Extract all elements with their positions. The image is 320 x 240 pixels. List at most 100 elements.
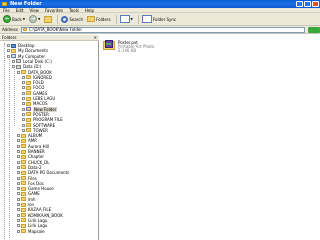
- expand-toggle-icon[interactable]: [7, 49, 10, 53]
- tree-item[interactable]: Lirik Lagu: [17, 218, 47, 223]
- expand-toggle-icon[interactable]: [17, 176, 20, 180]
- tree-item[interactable]: GAMES: [22, 91, 47, 96]
- folder-icon: [21, 229, 26, 233]
- tree-item[interactable]: Chapter: [17, 154, 44, 159]
- tree-item[interactable]: My Documents: [7, 48, 48, 53]
- tree-item[interactable]: Lirik Lagu: [17, 223, 47, 228]
- address-input[interactable]: C:\DATA_BOOK\New Folder: [20, 26, 306, 33]
- expand-toggle-icon[interactable]: [17, 213, 20, 217]
- expand-toggle-icon[interactable]: [17, 155, 20, 159]
- tree-item[interactable]: lon: [17, 202, 34, 207]
- close-button[interactable]: [312, 1, 319, 7]
- expand-toggle-icon[interactable]: [17, 139, 20, 143]
- menu-help[interactable]: Help: [85, 8, 94, 13]
- menu-favorites[interactable]: Favorites: [45, 8, 63, 13]
- menu-tools[interactable]: Tools: [69, 8, 79, 13]
- back-button[interactable]: ← Back ▼: [2, 14, 26, 24]
- tree-item[interactable]: KAZAA FILE: [17, 207, 51, 212]
- expand-toggle-icon[interactable]: [17, 144, 20, 148]
- expand-toggle-icon[interactable]: [22, 81, 25, 85]
- menu-edit[interactable]: Edit: [16, 8, 24, 13]
- expand-toggle-icon[interactable]: [22, 91, 25, 95]
- menu-file[interactable]: File: [3, 8, 10, 13]
- folder-icon: [26, 101, 31, 106]
- tree-item[interactable]: Mapsale: [17, 229, 45, 234]
- expand-toggle-icon[interactable]: [22, 75, 25, 79]
- maximize-button[interactable]: [304, 1, 311, 7]
- menu-view[interactable]: View: [29, 8, 39, 13]
- tree-item[interactable]: FOLD: [22, 80, 44, 85]
- tree-item[interactable]: My Computer: [7, 54, 45, 59]
- expand-toggle-icon[interactable]: [22, 97, 25, 100]
- tree-item[interactable]: New Folder: [22, 106, 58, 112]
- tree-item[interactable]: Data (D:): [12, 64, 41, 69]
- up-button[interactable]: [43, 14, 53, 24]
- expand-toggle-icon[interactable]: [22, 107, 25, 111]
- tree-item[interactable]: Game House: [17, 186, 54, 191]
- expand-toggle-icon[interactable]: [17, 171, 20, 175]
- minimize-button[interactable]: [296, 1, 303, 7]
- expand-toggle-icon[interactable]: [17, 208, 20, 212]
- folder-up-icon: [44, 15, 53, 23]
- tree-item[interactable]: GAME: [17, 191, 40, 196]
- expand-toggle-icon[interactable]: [17, 70, 20, 74]
- close-pane-icon[interactable]: ✕: [94, 35, 97, 40]
- expand-toggle-icon[interactable]: [17, 165, 20, 169]
- tree-item[interactable]: POSTER: [22, 112, 49, 117]
- expand-toggle-icon[interactable]: [17, 181, 20, 185]
- expand-toggle-icon[interactable]: [17, 160, 20, 164]
- tree-item[interactable]: SOFTWARE: [22, 123, 55, 128]
- folder-icon: [21, 165, 26, 170]
- tree-item[interactable]: IGNORED: [22, 75, 52, 80]
- tree-item[interactable]: lmh: [17, 197, 36, 202]
- tree-item[interactable]: AMR: [17, 138, 37, 143]
- folder-tree: Desktop My Documents My Computer Local Disk…: [0, 41, 99, 240]
- tree-item[interactable]: Data-2: [17, 165, 42, 170]
- views-button[interactable]: ▼: [119, 14, 134, 24]
- tree-item[interactable]: KOMIKAAN_BOOK: [17, 213, 63, 218]
- tree-item[interactable]: PROGRAM FILE: [22, 117, 63, 122]
- expand-toggle-icon[interactable]: [22, 102, 25, 106]
- expand-toggle-icon[interactable]: [12, 59, 15, 63]
- expand-toggle-icon[interactable]: [22, 118, 25, 122]
- expand-toggle-icon[interactable]: [7, 44, 10, 47]
- expand-toggle-icon[interactable]: [22, 86, 25, 90]
- tree-item[interactable]: Aurora Hill: [17, 144, 49, 149]
- back-arrow-icon: ←: [3, 15, 11, 23]
- expand-toggle-icon[interactable]: [17, 218, 20, 222]
- folder-sync-button[interactable]: Folder Sync: [141, 14, 177, 24]
- tree-item[interactable]: Local Disk (C:): [12, 59, 52, 64]
- tree-item[interactable]: Files: [17, 176, 37, 181]
- tree-item[interactable]: ALBUM: [17, 133, 42, 138]
- tree-item[interactable]: Desktop: [7, 43, 35, 48]
- folder-icon: [26, 117, 31, 122]
- expand-toggle-icon[interactable]: [17, 187, 20, 191]
- go-button[interactable]: [308, 26, 320, 33]
- expand-toggle-icon[interactable]: [17, 134, 20, 138]
- tree-item[interactable]: MACOS: [22, 101, 48, 106]
- forward-button[interactable]: → ▼: [28, 14, 41, 24]
- expand-toggle-icon[interactable]: [17, 150, 20, 153]
- folder-icon: [26, 85, 31, 90]
- expand-toggle-icon[interactable]: [17, 229, 20, 233]
- tree-item[interactable]: LEBE LAGU: [22, 96, 55, 101]
- file-item[interactable]: Poster.pxt Portable Art Photo 2,146 KB: [103, 40, 154, 53]
- expand-toggle-icon[interactable]: [22, 123, 25, 127]
- tree-item[interactable]: CHUCK_DL: [17, 160, 49, 165]
- tree-item[interactable]: Fox Doc: [17, 181, 44, 186]
- tree-item[interactable]: DATA_BOOK: [17, 70, 52, 75]
- expand-toggle-icon[interactable]: [22, 128, 25, 132]
- folder-icon: [11, 48, 16, 53]
- search-button[interactable]: Search: [60, 14, 84, 24]
- tree-item[interactable]: TOWER: [22, 128, 48, 133]
- tree-item[interactable]: BANNER: [17, 149, 45, 154]
- window-title: New Folder: [10, 1, 42, 7]
- expand-toggle-icon[interactable]: [17, 203, 20, 206]
- tree-item[interactable]: FOCO: [22, 85, 44, 90]
- tree-item[interactable]: DATA PO Documents: [17, 170, 69, 175]
- expand-toggle-icon[interactable]: [22, 112, 25, 116]
- folders-button[interactable]: Folders: [86, 14, 111, 24]
- expand-toggle-icon[interactable]: [17, 224, 20, 228]
- expand-toggle-icon[interactable]: [17, 192, 20, 196]
- expand-toggle-icon[interactable]: [17, 197, 20, 201]
